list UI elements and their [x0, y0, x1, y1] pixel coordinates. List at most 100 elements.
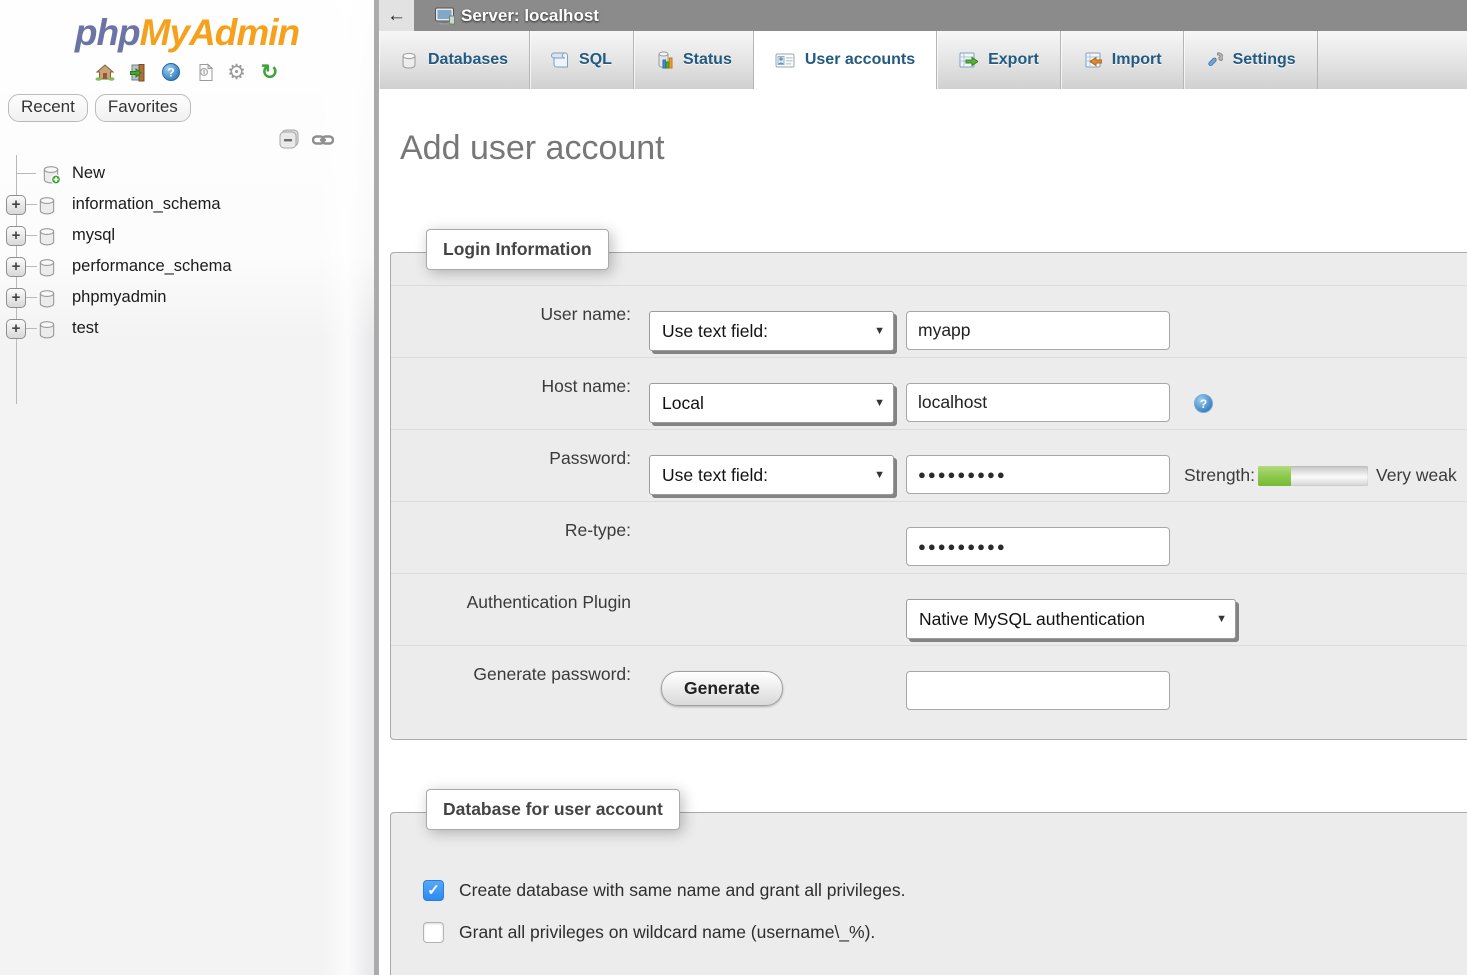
- password-label: Password:: [391, 446, 631, 469]
- logout-icon[interactable]: [127, 61, 149, 83]
- tree-tools: [0, 122, 374, 156]
- tab-import[interactable]: Import: [1061, 31, 1184, 89]
- username-label: User name:: [391, 302, 631, 325]
- server-title-text: Server: localhost: [461, 6, 599, 26]
- tree-connector: [16, 155, 36, 174]
- tree-item-information-schema[interactable]: + information_schema: [0, 189, 374, 220]
- password-strength: Strength: Very weak: [1184, 446, 1457, 486]
- database-icon: [37, 288, 57, 308]
- quick-access-row: Recent Favorites: [8, 94, 374, 122]
- grant-wildcard-option[interactable]: ✓ Grant all privileges on wildcard name …: [423, 911, 1467, 953]
- strength-fill: [1258, 466, 1291, 486]
- chevron-down-icon: ▼: [1216, 613, 1227, 625]
- new-database-icon: [41, 164, 61, 184]
- expand-icon[interactable]: +: [6, 257, 26, 277]
- tab-export[interactable]: Export: [937, 31, 1061, 89]
- select-value: Use text field:: [662, 465, 768, 486]
- generate-button[interactable]: Generate: [661, 671, 783, 706]
- chevron-down-icon: ▼: [874, 325, 885, 337]
- navigation-toolbar: ⚙ ↻: [0, 60, 374, 84]
- settings-icon[interactable]: ⚙: [226, 61, 248, 83]
- tab-settings[interactable]: Settings: [1184, 31, 1318, 89]
- database-icon: [37, 195, 57, 215]
- tab-label: Databases: [428, 51, 508, 69]
- generated-password-input[interactable]: [906, 671, 1170, 710]
- main-content: Add user account Login Information User …: [379, 89, 1467, 975]
- hostname-input[interactable]: [906, 383, 1170, 422]
- tree-item-label: phpmyadmin: [72, 288, 166, 307]
- strength-meter: [1258, 466, 1368, 486]
- tree-item-phpmyadmin[interactable]: + phpmyadmin: [0, 282, 374, 313]
- tree-item-performance-schema[interactable]: + performance_schema: [0, 251, 374, 282]
- select-value: Local: [662, 393, 704, 414]
- logo-php: php: [75, 12, 140, 53]
- sql-tab-icon: [551, 51, 569, 69]
- docs-icon[interactable]: [193, 61, 215, 83]
- tab-label: SQL: [579, 51, 612, 69]
- recent-dropdown[interactable]: Recent: [8, 94, 88, 122]
- strength-verdict: Very weak: [1376, 465, 1457, 486]
- tree-item-test[interactable]: + test: [0, 313, 374, 344]
- expand-icon[interactable]: +: [6, 319, 26, 339]
- login-information-legend: Login Information: [426, 229, 609, 270]
- hostname-type-select[interactable]: Local▼: [649, 383, 894, 423]
- auth-plugin-label: Authentication Plugin: [391, 590, 631, 613]
- expand-icon[interactable]: +: [6, 288, 26, 308]
- database-icon: [37, 257, 57, 277]
- auth-plugin-select[interactable]: Native MySQL authentication ▼: [906, 599, 1236, 639]
- tree-item-new[interactable]: New: [0, 158, 374, 189]
- settings-tab-icon: [1205, 51, 1223, 69]
- generate-password-row: Generate password: Generate: [391, 645, 1467, 717]
- create-database-label: Create database with same name and grant…: [459, 880, 906, 901]
- username-type-select[interactable]: Use text field:▼: [649, 311, 894, 351]
- collapse-all-icon[interactable]: [278, 128, 302, 157]
- refresh-icon[interactable]: ↻: [259, 61, 281, 83]
- strength-label: Strength:: [1184, 465, 1255, 486]
- tree-item-label: mysql: [72, 226, 115, 245]
- retype-password-input[interactable]: [906, 527, 1170, 566]
- select-value: Native MySQL authentication: [919, 609, 1145, 630]
- hostname-help-icon[interactable]: ?: [1194, 394, 1213, 413]
- grant-wildcard-checkbox[interactable]: ✓: [423, 922, 444, 943]
- export-tab-icon: [958, 51, 978, 69]
- auth-plugin-row: Authentication Plugin Native MySQL authe…: [391, 573, 1467, 645]
- chevron-down-icon: ▼: [874, 469, 885, 481]
- logo-myadmin: MyAdmin: [140, 12, 300, 53]
- help-icon[interactable]: [160, 61, 182, 83]
- username-row: User name: Use text field:▼: [391, 285, 1467, 357]
- tree-item-label: New: [72, 164, 105, 183]
- database-tree: New + information_schema + mysql + perfo…: [0, 158, 374, 344]
- create-database-option[interactable]: ✓ Create database with same name and gra…: [423, 869, 1467, 911]
- password-row: Password: Use text field: ▼ Strength: Ver…: [391, 429, 1467, 501]
- tab-label: Settings: [1233, 51, 1296, 69]
- back-arrow-button[interactable]: ←: [379, 0, 414, 31]
- databases-tab-icon: [400, 51, 418, 69]
- hostname-row: Host name: Local▼ ?: [391, 357, 1467, 429]
- username-input[interactable]: [906, 311, 1170, 350]
- tree-item-label: information_schema: [72, 195, 221, 214]
- hostname-label: Host name:: [391, 374, 631, 397]
- home-icon[interactable]: [94, 61, 116, 83]
- back-arrow-icon: ←: [387, 5, 406, 27]
- password-input[interactable]: [906, 455, 1170, 494]
- grant-wildcard-label: Grant all privileges on wildcard name (u…: [459, 922, 875, 943]
- create-database-checkbox[interactable]: ✓: [423, 880, 444, 901]
- expand-icon[interactable]: +: [6, 226, 26, 246]
- database-icon: [37, 319, 57, 339]
- tab-sql[interactable]: SQL: [530, 31, 634, 89]
- tab-status[interactable]: Status: [634, 31, 754, 89]
- password-type-select[interactable]: Use text field: ▼: [649, 455, 894, 495]
- tree-item-label: performance_schema: [72, 257, 232, 276]
- retype-label: Re-type:: [391, 518, 631, 541]
- tab-label: Status: [683, 51, 732, 69]
- favorites-dropdown[interactable]: Favorites: [95, 94, 191, 122]
- tab-label: Import: [1112, 51, 1162, 69]
- tab-user-accounts[interactable]: User accounts: [754, 31, 937, 89]
- tab-databases[interactable]: Databases: [379, 31, 530, 89]
- breadcrumb: Server: localhost: [434, 6, 599, 26]
- tree-item-mysql[interactable]: + mysql: [0, 220, 374, 251]
- phpmyadmin-logo[interactable]: phpMyAdmin: [0, 0, 374, 54]
- expand-icon[interactable]: +: [6, 195, 26, 215]
- link-with-main-icon[interactable]: [312, 133, 334, 152]
- login-information-fieldset: Login Information User name: Use text fi…: [390, 252, 1467, 740]
